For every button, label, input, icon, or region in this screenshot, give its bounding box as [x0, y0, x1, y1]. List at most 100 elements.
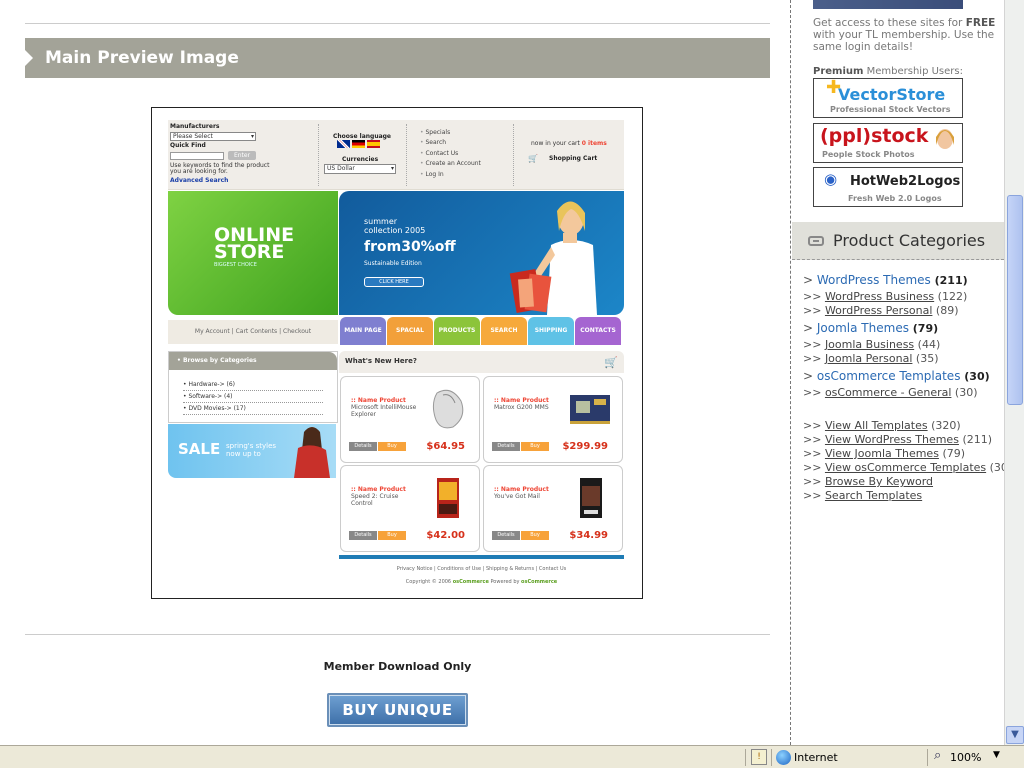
- link-title[interactable]: View Joomla Themes: [825, 447, 939, 460]
- product-categories-heading: Product Categories: [792, 222, 1004, 260]
- category-prefix: >: [803, 369, 814, 383]
- link-title[interactable]: View osCommerce Templates: [825, 461, 986, 474]
- category-title: osCommerce Templates: [816, 369, 961, 383]
- vectorstore-name: VectorStore: [838, 85, 946, 104]
- summer-line1: summer: [364, 217, 398, 226]
- chevron-down-icon: ▾: [390, 165, 394, 172]
- divider: [771, 749, 772, 766]
- category-link-oscommerce-general[interactable]: >> osCommerce - General (30): [803, 386, 978, 399]
- product-title: Matrox G200 MMS: [494, 404, 549, 411]
- sale-woman-image: [294, 427, 330, 478]
- category-link-oscommerce-templates[interactable]: > osCommerce Templates (30): [803, 369, 990, 383]
- copyright: Copyright © 2006 osCommerce Powered by o…: [339, 579, 624, 585]
- product-label: :: Name Product: [351, 486, 406, 493]
- link-title[interactable]: View WordPress Themes: [825, 433, 959, 446]
- view-wordpress-themes-link[interactable]: >> View WordPress Themes (211): [803, 433, 992, 446]
- link-count: (320): [931, 419, 961, 432]
- access-text-2: with your TL membership. Use the same lo…: [813, 29, 995, 53]
- category-item: Software-> (4): [183, 391, 323, 403]
- access-text-1: Get access to these sites for: [813, 17, 963, 29]
- buy-button: Buy: [378, 442, 406, 451]
- dvd-cover-image: [437, 478, 459, 518]
- category-title: Joomla Themes: [816, 321, 909, 335]
- security-warning-icon[interactable]: !: [751, 749, 767, 765]
- section-heading: Main Preview Image: [25, 38, 770, 78]
- search-link: Search: [420, 139, 446, 146]
- category-count: (35): [915, 352, 939, 365]
- category-title[interactable]: WordPress Personal: [825, 304, 932, 317]
- product-label: :: Name Product: [494, 397, 549, 404]
- hotweb2logos-logo[interactable]: ◉ HotWeb2Logos Fresh Web 2.0 Logos: [813, 167, 963, 207]
- link-title[interactable]: Browse By Keyword: [825, 475, 933, 488]
- link-prefix: >>: [803, 475, 822, 488]
- cart-status: now in your cart 0 items: [531, 140, 607, 147]
- category-link-wordpress-business[interactable]: >> WordPress Business (122): [803, 290, 967, 303]
- click-here-button: CLICK HERE: [364, 277, 424, 287]
- view-all-templates-link[interactable]: >> View All Templates (320): [803, 419, 961, 432]
- graphics-card-image: [570, 395, 610, 424]
- category-title[interactable]: osCommerce - General: [825, 386, 951, 399]
- vertical-scrollbar[interactable]: ▼: [1004, 0, 1024, 745]
- category-title[interactable]: WordPress Business: [825, 290, 934, 303]
- view-oscommerce-templates-link[interactable]: >> View osCommerce Templates (30): [803, 461, 1012, 474]
- category-link-wordpress-personal[interactable]: >> WordPress Personal (89): [803, 304, 959, 317]
- category-link-joomla-business[interactable]: >> Joomla Business (44): [803, 338, 940, 351]
- category-link-wordpress-themes[interactable]: > WordPress Themes (211): [803, 273, 968, 287]
- browse-by-keyword-link[interactable]: >> Browse By Keyword: [803, 475, 933, 488]
- shopping-woman-image: [509, 201, 597, 315]
- dvd-cover-image: [580, 478, 602, 518]
- cart-icon: 🛒: [604, 356, 618, 369]
- cart-text: now in your cart: [531, 140, 580, 147]
- category-title[interactable]: Joomla Business: [825, 338, 914, 351]
- copyright-brand: osCommerce: [452, 579, 489, 585]
- zoom-level[interactable]: 100%: [950, 749, 981, 766]
- category-prefix: >>: [803, 352, 822, 365]
- pplstock-logo[interactable]: (ppl)stock People Stock Photos: [813, 123, 963, 163]
- currency-select-value: US Dollar: [327, 165, 355, 172]
- divider: [745, 749, 746, 766]
- sustainable-text: Sustainable Edition: [364, 260, 422, 267]
- link-title[interactable]: Search Templates: [825, 489, 922, 502]
- product-card: :: Name Product Microsoft IntelliMouse Ex…: [340, 376, 480, 463]
- scroll-down-icon[interactable]: ▼: [1006, 726, 1024, 744]
- discount-text: from30%off: [364, 239, 456, 255]
- scrollbar-thumb[interactable]: [1007, 195, 1023, 405]
- buy-button: Buy: [378, 531, 406, 540]
- premium-bold: Premium: [813, 66, 864, 77]
- summer-collection-banner: summer collection 2005 from30%off Sustain…: [339, 191, 624, 315]
- category-title: WordPress Themes: [816, 273, 931, 287]
- copyright-powered: Powered by: [490, 579, 520, 585]
- link-title[interactable]: View All Templates: [825, 419, 928, 432]
- preview-image[interactable]: Manufacturers Please Select ▾ Quick Find …: [151, 107, 643, 599]
- category-title[interactable]: Joomla Personal: [825, 352, 912, 365]
- access-free: FREE: [965, 17, 996, 29]
- quick-find-input: [170, 152, 224, 160]
- product-card: :: Name Product You've Got Mail Details B…: [483, 465, 623, 552]
- link-prefix: >>: [803, 433, 822, 446]
- vectorstore-logo[interactable]: ✚ VectorStore Professional Stock Vectors: [813, 78, 963, 118]
- premium-rest: Membership Users:: [866, 66, 963, 77]
- divider: [927, 749, 928, 766]
- category-count: (89): [935, 304, 959, 317]
- category-count: (30): [954, 386, 978, 399]
- category-link-joomla-personal[interactable]: >> Joomla Personal (35): [803, 352, 939, 365]
- zoom-icon[interactable]: ⌕: [934, 748, 941, 763]
- premium-label: Premium Membership Users:: [813, 66, 963, 77]
- product-price: $34.99: [569, 530, 608, 541]
- category-count: (122): [937, 290, 968, 303]
- link-prefix: >>: [803, 461, 822, 474]
- copyright-brand: osCommerce: [521, 579, 558, 585]
- pplstock-tagline: People Stock Photos: [822, 150, 915, 159]
- view-joomla-themes-link[interactable]: >> View Joomla Themes (79): [803, 447, 965, 460]
- sale-banner: SALE spring's styles now up to: [168, 424, 336, 478]
- online-store-subtitle: BIGGEST CHOICE: [214, 262, 257, 268]
- chevron-down-icon[interactable]: ▼: [993, 750, 1000, 760]
- category-link-joomla-themes[interactable]: > Joomla Themes (79): [803, 321, 938, 335]
- vectorstore-tagline: Professional Stock Vectors: [830, 105, 951, 114]
- buy-unique-button[interactable]: BUY UNIQUE: [327, 693, 468, 727]
- product-name: :: Name Product Microsoft IntelliMouse Ex…: [351, 397, 421, 418]
- search-templates-link[interactable]: >> Search Templates: [803, 489, 922, 502]
- member-download-text: Member Download Only: [323, 660, 472, 673]
- cart-items: 0 items: [581, 140, 607, 147]
- banner-image[interactable]: [813, 0, 963, 9]
